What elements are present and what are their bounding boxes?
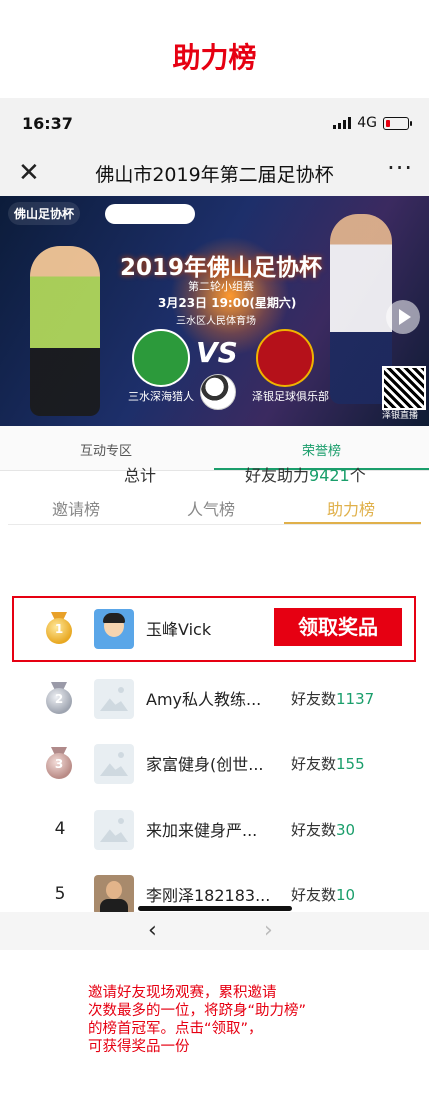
tab-popularity-rank[interactable]: 人气榜	[187, 496, 235, 520]
row-rank: 5	[54, 884, 66, 904]
qr-label: 泽银直播	[382, 411, 419, 421]
banner-date: 3月23日 19:00(星期六)	[158, 296, 297, 310]
avatar	[94, 744, 134, 784]
divider	[8, 524, 421, 525]
qr-code-icon	[382, 366, 426, 410]
network-label: 4G	[357, 115, 377, 131]
play-icon[interactable]	[386, 300, 420, 334]
silver-medal-icon: 2	[42, 682, 76, 716]
team-right-name: 泽银足球俱乐部	[252, 390, 329, 403]
tab-honor[interactable]: 荣誉榜	[302, 440, 341, 459]
browser-bottom-nav: ‹ ›	[0, 912, 429, 950]
row-score: 好友数155	[291, 755, 365, 773]
row-name: 家富健身(创世...	[146, 755, 264, 774]
row-name: 李刚泽182183...	[146, 886, 271, 905]
row-score: 好友数30	[291, 821, 356, 839]
bronze-medal-icon: 3	[42, 747, 76, 781]
table-row[interactable]: 2 Amy私人教练... 好友数1137	[0, 666, 429, 732]
avatar	[94, 810, 134, 850]
claim-prize-button[interactable]: 领取奖品	[274, 608, 402, 646]
summary-prefix: 好友助力	[245, 466, 310, 485]
row-name: Amy私人教练...	[146, 690, 262, 709]
tab-support-rank[interactable]: 助力榜	[327, 496, 375, 520]
football-icon	[200, 374, 236, 410]
team-left-name: 三水深海猎人	[128, 390, 194, 403]
status-indicators: 4G	[333, 115, 412, 131]
team-left-badge-icon	[132, 329, 190, 387]
banner-venue: 三水区人民体育场	[176, 316, 256, 327]
summary-total-label: 总计	[124, 466, 157, 485]
avatar	[94, 679, 134, 719]
home-indicator	[138, 906, 292, 911]
nav-bar: ✕ 佛山市2019年第二届足协杯 ···	[0, 150, 429, 196]
instruction-caption: 邀请好友现场观赛，累积邀请 次数最多的一位，将跻身“助力榜” 的榜首冠军。点击“…	[88, 985, 307, 1055]
summary-support-count: 好友助力9421个	[245, 462, 366, 486]
forward-arrow-icon[interactable]: ›	[264, 918, 273, 943]
signal-icon	[333, 117, 352, 129]
page-title: 助力榜	[172, 41, 257, 74]
tab-interaction[interactable]: 互动专区	[80, 440, 132, 459]
battery-icon	[383, 116, 412, 130]
team-right-badge-icon	[256, 329, 314, 387]
table-row[interactable]: 3 家富健身(创世... 好友数155	[0, 731, 429, 797]
avatar	[94, 875, 134, 915]
back-arrow-icon[interactable]: ‹	[148, 918, 157, 943]
match-banner[interactable]: 佛山足协杯 2019年佛山足协杯 第二轮小组赛 3月23日 19:00(星期六)…	[0, 196, 429, 426]
summary-value: 9421	[309, 466, 350, 485]
banner-logo: 佛山足协杯	[8, 202, 81, 225]
banner-title: 2019年佛山足协杯	[120, 255, 323, 281]
banner-subtitle: 第二轮小组赛	[188, 280, 254, 293]
row-rank: 4	[54, 819, 66, 839]
row-name: 来加来健身严...	[146, 821, 258, 840]
row-score: 好友数1137	[291, 690, 375, 708]
status-bar: 16:37 4G	[0, 98, 429, 150]
player-left-image	[30, 246, 100, 416]
row-score: 好友数10	[291, 886, 356, 904]
table-row[interactable]: 4 来加来健身严... 好友数30	[0, 797, 429, 863]
nav-title: 佛山市2019年第二届足协杯	[95, 164, 334, 186]
vs-label: VS	[196, 336, 238, 369]
more-menu-icon[interactable]: ···	[387, 154, 413, 182]
summary-suffix: 个	[349, 466, 366, 485]
status-time: 16:37	[22, 114, 73, 133]
tab-invite-rank[interactable]: 邀请榜	[52, 496, 100, 520]
sponsor-logo	[105, 204, 195, 224]
